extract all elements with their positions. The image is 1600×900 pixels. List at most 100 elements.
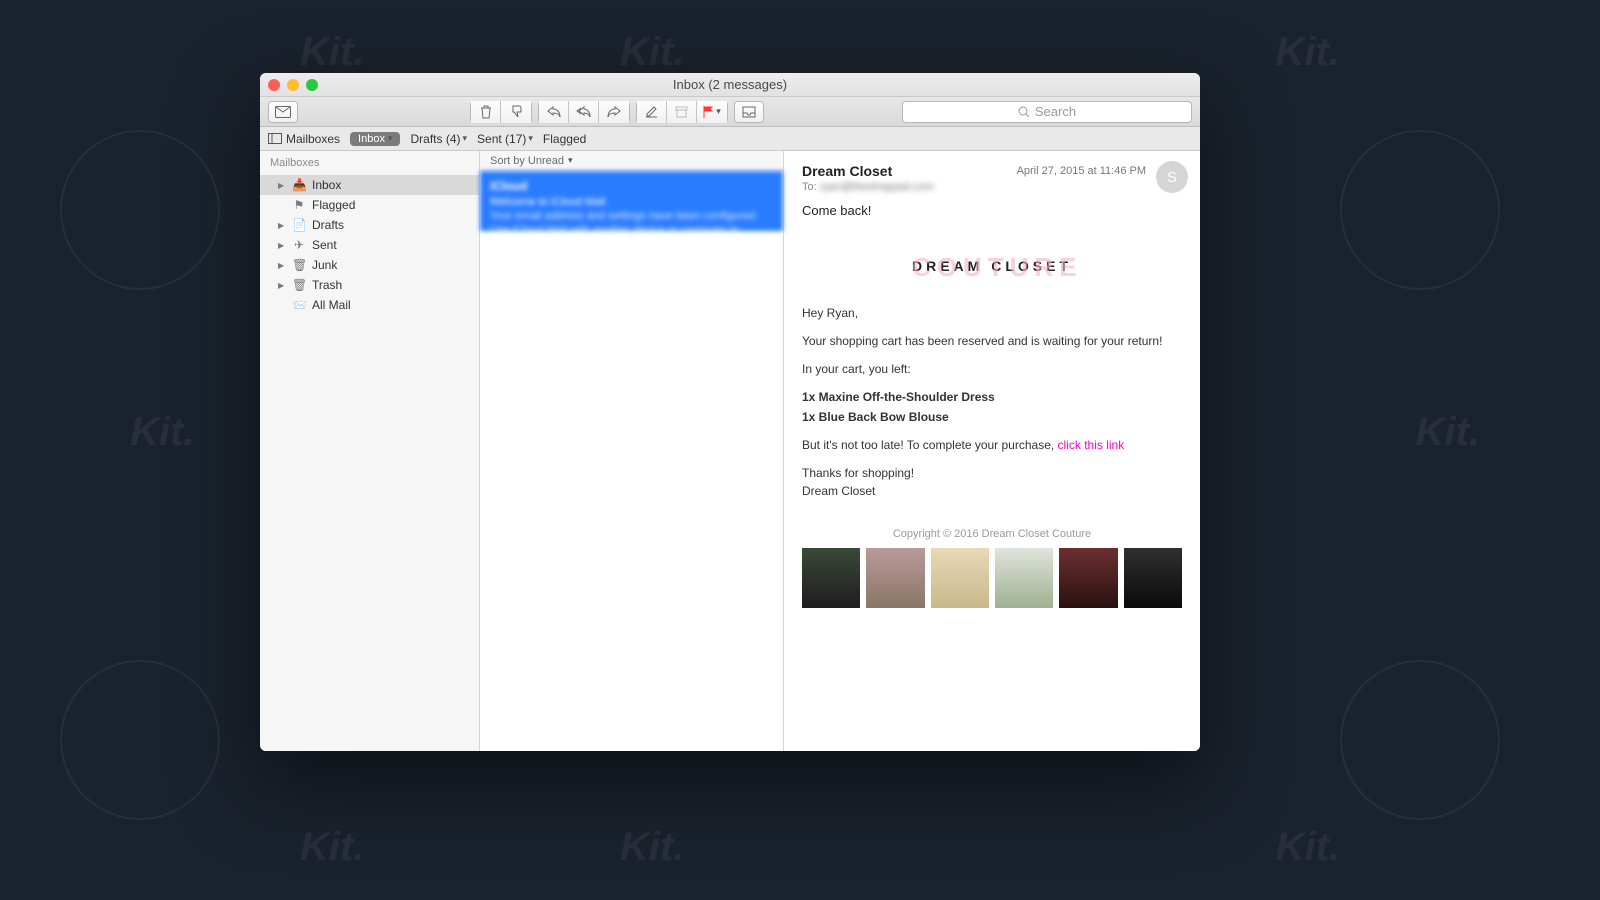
mail-window: Inbox (2 messages) [260, 73, 1200, 751]
forward-icon [607, 106, 621, 118]
sidebar-item-label: Flagged [312, 198, 355, 212]
cta-link[interactable]: click this link [1058, 438, 1125, 452]
sidebar-icon [268, 133, 282, 144]
fav-sent[interactable]: Sent (17)▾ [477, 132, 533, 146]
cta-paragraph: But it's not too late! To complete your … [802, 438, 1182, 452]
sidebar-item-label: Drafts [312, 218, 344, 232]
paper-plane-icon: ✈ [292, 238, 306, 252]
forward-button[interactable] [599, 101, 629, 123]
compose-icon [645, 105, 658, 118]
disclosure-triangle-icon[interactable]: ▶ [278, 241, 286, 250]
tray-icon: 📨 [292, 298, 306, 312]
to-recipient: ryan@theshoppad.com [820, 181, 934, 193]
flag-icon: ⚑ [292, 198, 306, 212]
body-line-2: In your cart, you left: [802, 362, 1182, 376]
zoom-window-button[interactable] [306, 79, 318, 91]
trash-icon: 🗑 [292, 278, 306, 292]
sidebar-item-inbox[interactable]: ▶ 📥 Inbox [260, 175, 479, 195]
disclosure-triangle-icon[interactable]: ▶ [278, 221, 286, 230]
close-window-button[interactable] [268, 79, 280, 91]
minimize-window-button[interactable] [287, 79, 299, 91]
flag-button[interactable]: ▾ [697, 101, 727, 123]
sidebar-item-flagged[interactable]: ⚑ Flagged [260, 195, 479, 215]
cart-item-2: 1x Blue Back Bow Blouse [802, 410, 1182, 424]
search-input[interactable]: Search [902, 101, 1192, 123]
message-row[interactable]: iCloud Welcome to iCloud Mail Your email… [480, 171, 783, 231]
message-date: April 27, 2015 at 11:46 PM [1017, 165, 1146, 177]
junk-icon: 🗑 [292, 258, 306, 272]
trash-icon [480, 105, 492, 119]
junk-button[interactable] [501, 101, 531, 123]
fav-inbox-pill[interactable]: Inbox▾ [350, 132, 400, 146]
compose-button[interactable] [637, 101, 667, 123]
thumbs-down-icon [510, 105, 523, 118]
reply-button[interactable] [539, 101, 569, 123]
sidebar-item-trash[interactable]: ▶ 🗑 Trash [260, 275, 479, 295]
new-message-button[interactable] [268, 101, 298, 123]
chevron-down-icon: ▾ [388, 133, 393, 144]
body-signature: Dream Closet [802, 484, 1182, 498]
product-thumbnails [802, 548, 1182, 608]
chevron-down-icon: ▾ [528, 133, 533, 144]
mailboxes-toggle[interactable]: Mailboxes [268, 132, 340, 146]
copyright: Copyright © 2016 Dream Closet Couture [802, 528, 1182, 540]
move-button[interactable] [734, 101, 764, 123]
sidebar-item-label: All Mail [312, 298, 351, 312]
archive-icon [675, 106, 688, 118]
product-thumbnail[interactable] [866, 548, 924, 608]
body-line-1: Your shopping cart has been reserved and… [802, 334, 1182, 348]
chevron-down-icon: ▾ [463, 133, 468, 144]
avatar: S [1156, 161, 1188, 193]
body-thanks: Thanks for shopping! [802, 466, 1182, 480]
reply-all-icon [576, 106, 592, 118]
window-controls [268, 79, 318, 91]
reply-group [538, 101, 630, 123]
product-thumbnail[interactable] [931, 548, 989, 608]
brand-logo: COUTURE DREAM CLOSET [802, 238, 1182, 292]
reply-icon [547, 106, 561, 118]
mailbox-sidebar: Mailboxes ▶ 📥 Inbox ⚑ Flagged ▶ 📄 Drafts… [260, 151, 480, 751]
fav-flagged[interactable]: Flagged [543, 132, 586, 146]
content-area: Mailboxes ▶ 📥 Inbox ⚑ Flagged ▶ 📄 Drafts… [260, 151, 1200, 751]
sidebar-item-allmail[interactable]: 📨 All Mail [260, 295, 479, 315]
sidebar-header: Mailboxes [260, 151, 479, 175]
titlebar: Inbox (2 messages) [260, 73, 1200, 97]
toolbar: ▾ Search [260, 97, 1200, 127]
product-thumbnail[interactable] [1124, 548, 1182, 608]
cart-item-1: 1x Maxine Off-the-Shoulder Dress [802, 390, 1182, 404]
sidebar-item-sent[interactable]: ▶ ✈ Sent [260, 235, 479, 255]
favorites-bar: Mailboxes Inbox▾ Drafts (4)▾ Sent (17)▾ … [260, 127, 1200, 151]
disclosure-triangle-icon[interactable]: ▶ [278, 261, 286, 270]
product-thumbnail[interactable] [995, 548, 1053, 608]
brand-ghost-text: COUTURE [912, 252, 1072, 283]
sidebar-item-label: Sent [312, 238, 337, 252]
sidebar-item-drafts[interactable]: ▶ 📄 Drafts [260, 215, 479, 235]
search-placeholder: Search [1035, 104, 1076, 119]
fav-drafts[interactable]: Drafts (4)▾ [410, 132, 467, 146]
window-title: Inbox (2 messages) [260, 77, 1200, 92]
archive-button[interactable] [667, 101, 697, 123]
inbox-icon [742, 106, 756, 118]
envelope-icon [275, 106, 291, 118]
chevron-down-icon: ▾ [568, 155, 573, 166]
sidebar-item-junk[interactable]: ▶ 🗑 Junk [260, 255, 479, 275]
sort-bar[interactable]: Sort by Unread ▾ [480, 151, 783, 171]
delete-button[interactable] [471, 101, 501, 123]
disclosure-triangle-icon[interactable]: ▶ [278, 281, 286, 290]
compose-group: ▾ [636, 101, 728, 123]
body-greeting: Hey Ryan, [802, 306, 1182, 320]
sidebar-item-label: Trash [312, 278, 342, 292]
sidebar-item-label: Inbox [312, 178, 341, 192]
to-line: To: ryan@theshoppad.com [802, 181, 1182, 193]
chevron-down-icon: ▾ [716, 106, 721, 117]
message-subject: Come back! [802, 203, 1182, 218]
message-body: COUTURE DREAM CLOSET Hey Ryan, Your shop… [784, 228, 1200, 608]
disclosure-triangle-icon[interactable]: ▶ [278, 181, 286, 190]
product-thumbnail[interactable] [1059, 548, 1117, 608]
search-icon [1018, 106, 1030, 118]
product-thumbnail[interactable] [802, 548, 860, 608]
sidebar-item-label: Junk [312, 258, 337, 272]
reply-all-button[interactable] [569, 101, 599, 123]
message-list: Sort by Unread ▾ iCloud Welcome to iClou… [480, 151, 784, 751]
document-icon: 📄 [292, 218, 306, 232]
